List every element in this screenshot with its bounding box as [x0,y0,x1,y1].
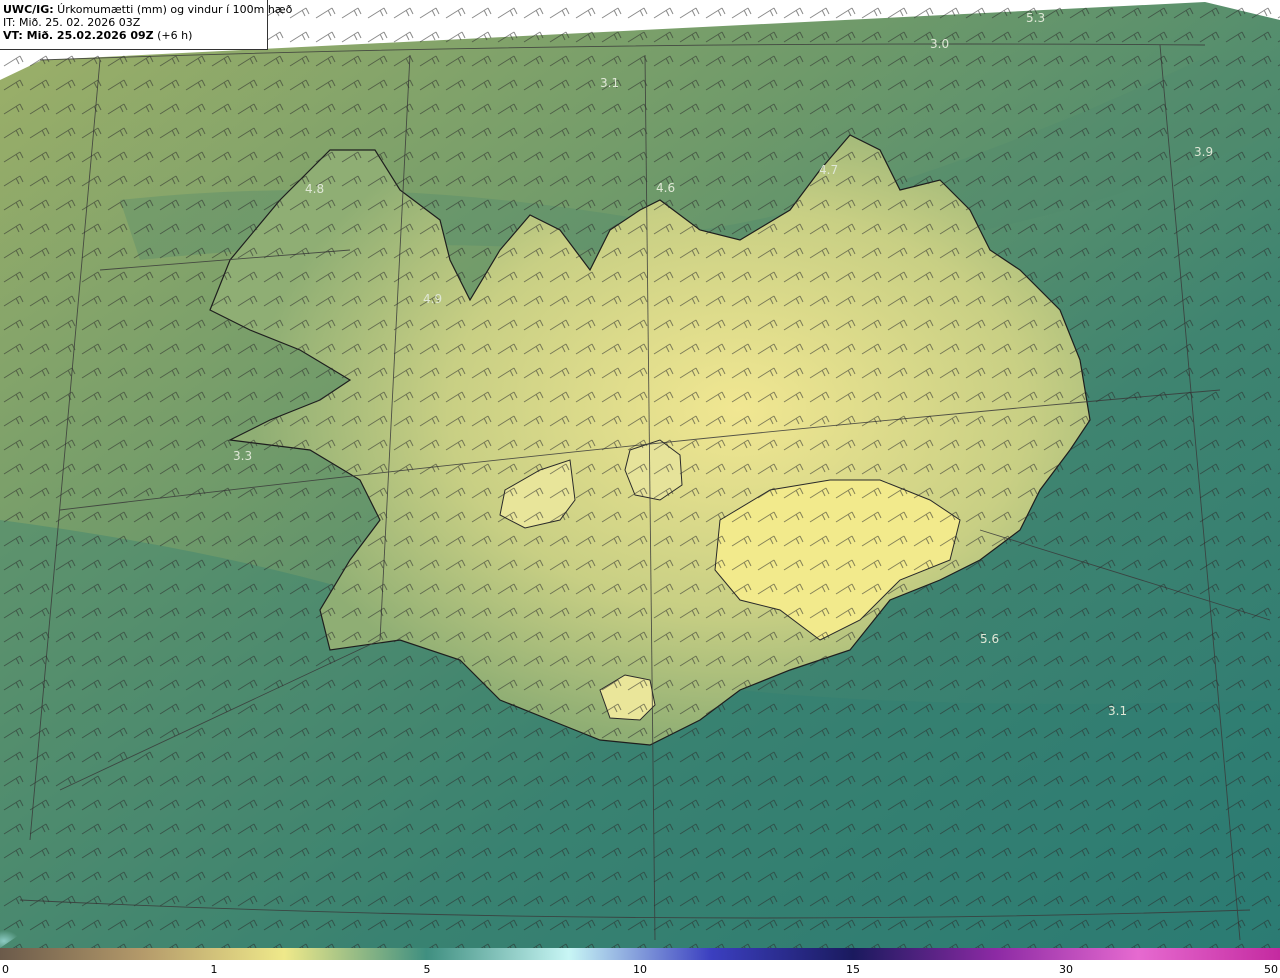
map-label: 5.6 [980,632,999,646]
map-label: 3.0 [930,37,949,51]
map-label: 4.7 [819,163,838,177]
map-label: 3.9 [1194,145,1213,159]
map-label: 4.8 [305,182,324,196]
scale-tick: 30 [1059,963,1073,976]
map-label: 4.9 [423,292,442,306]
scale-tick: 5 [423,963,431,976]
scale-tick: 50 [1264,963,1278,976]
scale-tick: 1 [210,963,218,976]
scale-tick: 10 [633,963,647,976]
color-scale-ticks: 0 1 5 10 15 30 50 [0,960,1280,978]
color-scale-bar [0,948,1280,960]
map-label: 3.3 [233,449,252,463]
map-title: UWC/IG: Úrkomumætti (mm) og vindur í 100… [3,3,293,16]
map-label: 3.1 [1108,704,1127,718]
map-label: 5.3 [1026,11,1045,25]
map-info-box: UWC/IG: Úrkomumætti (mm) og vindur í 100… [0,0,293,50]
valid-time: VT: Mið. 25.02.2026 09Z (+6 h) [3,29,193,42]
map-label: 4.6 [656,181,675,195]
scale-tick: 15 [846,963,860,976]
weather-map: 5.3 3.0 3.1 3.9 4.8 4.6 4.7 4.9 3.3 5.6 … [0,0,1280,948]
map-label: 3.1 [600,76,619,90]
issue-time: IT: Mið. 25. 02. 2026 03Z [3,16,141,29]
scale-tick: 0 [2,963,9,976]
